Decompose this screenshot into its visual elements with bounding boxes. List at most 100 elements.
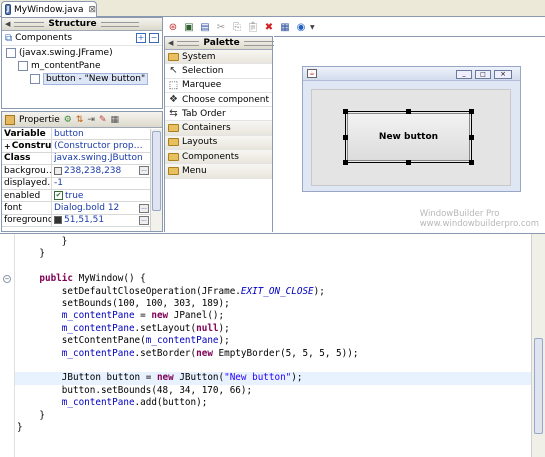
test-gui-icon[interactable]: ⊛: [166, 20, 180, 34]
dropdown-arrow-icon[interactable]: ▼: [310, 24, 315, 31]
ellipsis-button[interactable]: ...: [139, 166, 149, 176]
tree-item[interactable]: button - "New button": [2, 72, 162, 85]
property-row[interactable]: backgrou… 238,238,238...: [2, 165, 150, 178]
tree-item[interactable]: (javax.swing.JFrame): [2, 46, 162, 59]
palette-tool[interactable]: ⬚ Marquee: [165, 79, 272, 93]
code-line[interactable]: }: [17, 422, 23, 434]
property-value[interactable]: -1: [52, 178, 150, 188]
advanced-properties-icon[interactable]: ✎: [99, 115, 107, 125]
maximize-icon[interactable]: □: [475, 70, 491, 79]
code-line[interactable]: m_contentPane.add(button);: [17, 397, 208, 409]
layout-table-icon[interactable]: ▦: [278, 20, 292, 34]
collapse-palette-icon[interactable]: ◀: [168, 39, 173, 47]
property-value[interactable]: (Constructor prop…: [52, 141, 150, 151]
tree-item-label: (javax.swing.JFrame): [19, 47, 113, 58]
property-row[interactable]: foreground 51,51,51...: [2, 214, 150, 228]
ellipsis-button[interactable]: ...: [139, 215, 149, 225]
property-value[interactable]: ✔ true: [52, 191, 150, 201]
property-row[interactable]: font Dialog.bold 12...: [2, 202, 150, 215]
grid-icon[interactable]: ▤: [198, 20, 212, 34]
properties-scrollbar[interactable]: [150, 129, 162, 231]
palette-category[interactable]: Layouts: [165, 135, 272, 151]
expand-icon[interactable]: +: [4, 142, 11, 151]
resize-handle[interactable]: [406, 109, 411, 114]
drag-grip[interactable]: [177, 40, 200, 46]
editor-scrollbar[interactable]: [531, 234, 545, 457]
property-name: font: [2, 202, 52, 214]
selected-button-outline[interactable]: New button: [343, 109, 474, 165]
paste-icon[interactable]: 📋︎: [246, 20, 260, 34]
delete-icon[interactable]: ✖: [262, 20, 276, 34]
convert-local-icon[interactable]: ⇥: [87, 115, 95, 125]
collapse-all-icon[interactable]: −: [149, 33, 159, 43]
property-row[interactable]: enabled ✔ true: [2, 189, 150, 203]
minimize-icon[interactable]: _: [456, 70, 472, 79]
copy-icon[interactable]: ⎘: [230, 20, 244, 34]
code-line[interactable]: m_contentPane.setLayout(null);: [17, 323, 230, 335]
properties-scroll-thumb[interactable]: [152, 131, 161, 211]
palette-tool[interactable]: ❖ Choose component: [165, 93, 272, 108]
design-canvas[interactable]: ☕︎ _ □ × New button WindowBuilder Pro ww…: [274, 36, 545, 232]
code-line[interactable]: }: [17, 248, 45, 260]
code-token: m_contentPane: [61, 310, 135, 322]
resize-handle[interactable]: [343, 109, 348, 114]
resize-handle[interactable]: [469, 160, 474, 165]
design-mode-icon[interactable]: ▣: [182, 20, 196, 34]
code-line[interactable]: setBounds(100, 100, 303, 189);: [17, 298, 230, 310]
palette-tool[interactable]: ⇆ Tab Order: [165, 107, 272, 122]
palette-tool[interactable]: ↖ Selection: [165, 64, 272, 79]
code-line[interactable]: m_contentPane.setBorder(new EmptyBorder(…: [17, 347, 359, 360]
palette-category[interactable]: Components: [165, 150, 272, 165]
property-value[interactable]: javax.swing.JButton: [52, 153, 150, 163]
restore-default-icon[interactable]: ▦: [111, 115, 120, 125]
goto-definition-icon[interactable]: ⇅: [76, 115, 84, 125]
resize-handle[interactable]: [406, 160, 411, 165]
property-row[interactable]: displayed… -1: [2, 177, 150, 190]
code-token: null: [196, 322, 219, 334]
drag-grip[interactable]: [100, 21, 139, 27]
palette-category[interactable]: Menu: [165, 164, 272, 179]
jframe-preview[interactable]: ☕︎ _ □ × New button: [302, 66, 521, 192]
code-line[interactable]: }: [17, 236, 68, 248]
palette-category[interactable]: Containers: [165, 121, 272, 136]
drag-grip[interactable]: [243, 40, 274, 46]
editor-scroll-thumb[interactable]: [534, 338, 543, 434]
fold-collapse-icon[interactable]: −: [3, 275, 11, 283]
resize-handle[interactable]: [343, 135, 348, 140]
palette-category[interactable]: System: [165, 50, 272, 65]
property-value[interactable]: 51,51,51...: [52, 215, 150, 225]
new-button-preview[interactable]: New button: [347, 113, 470, 161]
ellipsis-button[interactable]: ...: [139, 203, 149, 213]
code-line[interactable]: public MyWindow() {: [17, 273, 145, 285]
property-value[interactable]: button: [52, 129, 150, 139]
property-row[interactable]: Variable button: [2, 128, 150, 141]
property-name-text: enabled: [4, 190, 41, 201]
code-line[interactable]: setContentPane(m_contentPane);: [17, 335, 230, 347]
property-row[interactable]: Class javax.swing.JButton: [2, 152, 150, 166]
code-line[interactable]: }: [17, 410, 45, 422]
close-tab-icon[interactable]: ⊠: [88, 5, 96, 15]
code-line[interactable]: button.setBounds(48, 34, 170, 66);: [17, 385, 252, 397]
resize-handle[interactable]: [343, 160, 348, 165]
property-value[interactable]: Dialog.bold 12...: [52, 203, 150, 213]
code-token: =: [134, 310, 152, 322]
source-editor[interactable]: − } } public MyWindow() { setDefaultClos…: [0, 233, 545, 457]
drag-grip[interactable]: [14, 21, 45, 27]
editor-tab-mywindow[interactable]: J MyWindow.java ⊠: [1, 1, 97, 17]
code-line[interactable]: m_contentPane = new JPanel();: [17, 310, 224, 322]
tree-item[interactable]: m_contentPane: [2, 59, 162, 72]
cut-icon[interactable]: ✂: [214, 20, 228, 34]
show-events-icon[interactable]: ⚙: [64, 115, 72, 125]
property-row[interactable]: +Constructo…(Constructor prop…: [2, 140, 150, 153]
code-line[interactable]: setDefaultCloseOperation(JFrame.EXIT_ON_…: [17, 286, 325, 298]
collapse-left-icon[interactable]: ◀: [5, 20, 10, 28]
checkbox-checked-icon[interactable]: ✔: [54, 191, 63, 201]
code-token: .setBorder(: [134, 347, 197, 359]
property-value[interactable]: 238,238,238...: [52, 166, 150, 176]
expand-all-icon[interactable]: +: [136, 33, 146, 43]
resize-handle[interactable]: [469, 135, 474, 140]
close-window-icon[interactable]: ×: [494, 70, 512, 79]
resize-handle[interactable]: [469, 109, 474, 114]
code-line[interactable]: JButton button = new JButton("New button…: [17, 372, 303, 384]
look-and-feel-icon[interactable]: ◉: [294, 20, 308, 34]
